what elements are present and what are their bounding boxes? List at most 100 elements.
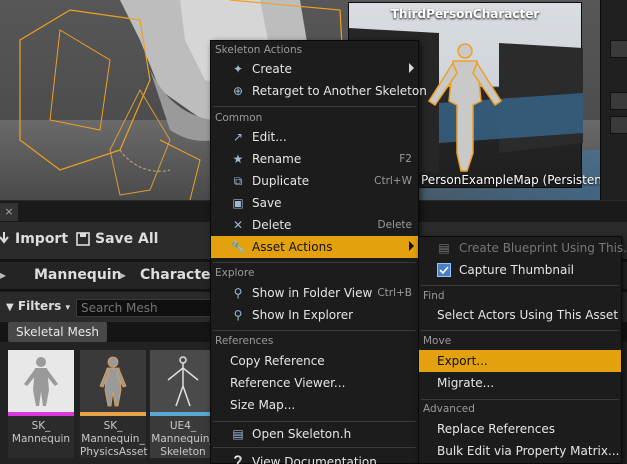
menu-item-create[interactable]: ✦ Create bbox=[211, 58, 418, 80]
asset-actions-icon: 🔧 bbox=[230, 240, 246, 254]
asset-type-color-bar bbox=[80, 412, 146, 416]
menu-item-save[interactable]: ▣ Save bbox=[211, 192, 418, 214]
close-tab-icon[interactable]: × bbox=[0, 203, 18, 221]
asset-name: UE4_ Mannequin_ Skeleton bbox=[151, 420, 215, 458]
import-label: Import bbox=[15, 231, 69, 247]
asset-name: SK_ Mannequin_ PhysicsAsset bbox=[80, 420, 148, 458]
import-button[interactable]: Import bbox=[0, 231, 68, 247]
shortcut-label: Ctrl+W bbox=[374, 175, 412, 187]
filters-dropdown[interactable]: ▼ Filters ▾ bbox=[6, 299, 70, 313]
menu-item-retarget[interactable]: ⊕ Retarget to Another Skeleton bbox=[211, 80, 427, 102]
menu-divider bbox=[213, 106, 416, 107]
menu-item-label: Capture Thumbnail bbox=[459, 263, 575, 277]
menu-item-label: Select Actors Using This Asset bbox=[437, 308, 619, 322]
menu-item-delete[interactable]: ✕ Delete Delete bbox=[211, 214, 418, 236]
menu-item-open-skeleton-h[interactable]: ▤ Open Skeleton.h bbox=[211, 423, 418, 445]
header-file-icon: ▤ bbox=[232, 427, 244, 441]
right-toolbar-strip bbox=[600, 0, 627, 200]
asset-tile-sk-mannequin-physicsasset[interactable]: SK_ Mannequin_ PhysicsAsset bbox=[80, 350, 148, 458]
chevron-right-icon[interactable]: ▸ bbox=[120, 268, 126, 282]
menu-item-show-in-folder-view[interactable]: ⚲ Show in Folder View Ctrl+B bbox=[211, 282, 418, 304]
asset-tile-ue4-mannequin-skeleton[interactable]: UE4_ Mannequin_ Skeleton bbox=[150, 350, 216, 458]
menu-item-label: Retarget to Another Skeleton bbox=[252, 84, 427, 98]
chevron-right-icon[interactable]: ▸ bbox=[0, 268, 6, 282]
menu-item-label: Delete bbox=[252, 218, 292, 232]
section-header-move: Move bbox=[423, 335, 452, 347]
asset-thumbnail bbox=[80, 350, 146, 412]
menu-item-label: Show In Explorer bbox=[252, 308, 354, 322]
submenu-item-capture-thumbnail[interactable]: Capture Thumbnail bbox=[419, 259, 621, 281]
menu-divider bbox=[213, 421, 416, 422]
menu-divider bbox=[421, 285, 619, 286]
menu-item-label: Export... bbox=[437, 354, 488, 368]
panel-toggle-button[interactable] bbox=[610, 116, 627, 134]
save-all-label: Save All bbox=[95, 231, 159, 247]
menu-divider bbox=[213, 262, 416, 263]
explorer-icon: ⚲ bbox=[233, 308, 243, 322]
section-header-references: References bbox=[215, 335, 274, 347]
menu-item-size-map[interactable]: Size Map... bbox=[211, 394, 418, 416]
section-header-common: Common bbox=[215, 112, 263, 124]
save-all-icon bbox=[76, 232, 90, 246]
breadcrumb-item-mannequin[interactable]: Mannequin bbox=[34, 267, 122, 283]
menu-item-label: Create Blueprint Using This... bbox=[459, 241, 627, 255]
submenu-item-create-blueprint[interactable]: ▤ Create Blueprint Using This... bbox=[419, 237, 627, 259]
asset-type-color-bar bbox=[150, 412, 216, 416]
documentation-icon: ❔ bbox=[230, 455, 246, 464]
filter-funnel-icon: ▼ bbox=[6, 302, 14, 313]
submenu-item-replace-references[interactable]: Replace References bbox=[419, 418, 621, 440]
save-all-button[interactable]: Save All bbox=[76, 231, 158, 247]
menu-item-view-documentation[interactable]: ❔ View Documentation bbox=[211, 451, 418, 464]
retarget-icon: ⊕ bbox=[232, 84, 244, 98]
asset-thumbnail bbox=[150, 350, 216, 412]
menu-item-label: Duplicate bbox=[252, 174, 310, 188]
submenu-arrow-icon bbox=[409, 241, 414, 251]
menu-divider bbox=[421, 399, 619, 400]
submenu-item-bulk-edit[interactable]: Bulk Edit via Property Matrix... bbox=[419, 440, 621, 462]
menu-item-label: Save bbox=[252, 196, 282, 210]
submenu-item-select-actors[interactable]: Select Actors Using This Asset bbox=[419, 304, 621, 326]
blueprint-icon: ▤ bbox=[438, 241, 450, 255]
section-header-advanced: Advanced bbox=[423, 403, 475, 415]
save-icon: ▣ bbox=[232, 196, 244, 210]
menu-item-rename[interactable]: ★ Rename F2 bbox=[211, 148, 418, 170]
menu-item-duplicate[interactable]: ⧉ Duplicate Ctrl+W bbox=[211, 170, 418, 192]
edit-icon: ↗ bbox=[232, 130, 244, 144]
rename-icon: ★ bbox=[232, 152, 244, 166]
menu-item-label: Copy Reference bbox=[230, 354, 325, 368]
panel-toggle-button[interactable] bbox=[610, 40, 627, 58]
menu-divider bbox=[213, 330, 416, 331]
asset-actions-submenu: ▤ Create Blueprint Using This... Capture… bbox=[418, 236, 627, 464]
delete-icon: ✕ bbox=[232, 218, 244, 232]
chevron-down-icon: ▾ bbox=[65, 303, 70, 313]
menu-item-edit[interactable]: ↗ Edit... bbox=[211, 126, 418, 148]
menu-item-asset-actions[interactable]: 🔧 Asset Actions bbox=[211, 236, 418, 258]
asset-tile-sk-mannequin[interactable]: SK_ Mannequin bbox=[8, 350, 74, 458]
filters-label: Filters bbox=[17, 299, 62, 313]
map-name-label: PersonExampleMap (Persistent) bbox=[421, 173, 612, 187]
menu-item-label: Edit... bbox=[252, 130, 287, 144]
menu-item-label: Migrate... bbox=[437, 376, 495, 390]
submenu-arrow-icon bbox=[409, 63, 414, 73]
menu-item-copy-reference[interactable]: Copy Reference bbox=[211, 350, 418, 372]
skeletal-mesh-filter-chip[interactable]: Skeletal Mesh bbox=[8, 322, 108, 342]
submenu-item-migrate[interactable]: Migrate... bbox=[419, 372, 621, 394]
shortcut-label: Delete bbox=[377, 219, 413, 231]
menu-item-label: Open Skeleton.h bbox=[252, 427, 352, 441]
duplicate-icon: ⧉ bbox=[233, 173, 243, 188]
menu-item-show-in-explorer[interactable]: ⚲ Show In Explorer bbox=[211, 304, 418, 326]
thumbnail-title: ThirdPersonCharacter bbox=[390, 7, 540, 21]
menu-item-label: Bulk Edit via Property Matrix... bbox=[437, 444, 620, 458]
create-icon: ✦ bbox=[232, 62, 244, 76]
submenu-item-export[interactable]: Export... bbox=[419, 350, 621, 372]
menu-item-reference-viewer[interactable]: Reference Viewer... bbox=[211, 372, 418, 394]
capture-thumbnail-icon bbox=[437, 263, 451, 277]
breadcrumb-item-character[interactable]: Character bbox=[140, 267, 217, 283]
menu-item-label: View Documentation bbox=[252, 455, 377, 464]
section-header-find: Find bbox=[423, 290, 445, 302]
menu-item-label: Create bbox=[252, 62, 292, 76]
panel-toggle-button[interactable] bbox=[610, 92, 627, 110]
import-arrow-icon bbox=[0, 232, 9, 244]
search-mesh-input[interactable] bbox=[76, 299, 214, 317]
shortcut-label: Ctrl+B bbox=[377, 287, 412, 299]
